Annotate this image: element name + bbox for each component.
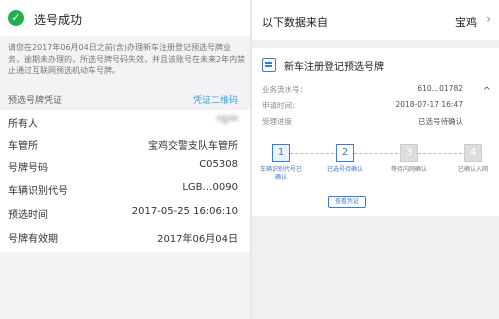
info-row-vin: 车辆识别代号 LGB…0090 xyxy=(0,179,252,199)
check-circle-icon: ✓ xyxy=(8,10,24,26)
serial-value: 610…01782 xyxy=(417,84,463,93)
success-title: 选号成功 xyxy=(34,13,83,27)
data-source-label: 以下数据来自 xyxy=(262,16,328,29)
info-value: C05308 xyxy=(199,159,238,170)
step-3-box: 3 xyxy=(400,144,418,162)
progress-steps: 1 车辆识别代号已确认 2 已选号待确认 3 等待内网确认 4 已确认入网 xyxy=(252,144,499,192)
document-icon xyxy=(262,58,276,72)
data-source-city: 宝鸡 xyxy=(455,16,477,29)
left-panel: ✓ 选号成功 请您在2017年06月04日之前(含)办理新车注册登记预选号牌业务… xyxy=(0,0,252,319)
info-row-office: 车管所 宝鸡交警支队车管所 xyxy=(0,134,252,154)
step-1-box: 1 xyxy=(272,144,290,162)
data-source-bar[interactable]: 以下数据来自 宝鸡 › xyxy=(252,0,499,40)
info-value: 宝鸡交警支队车管所 xyxy=(148,141,238,152)
apply-time-label: 申请时间： xyxy=(262,101,300,110)
card-title: 新车注册登记预选号牌 xyxy=(284,62,384,73)
info-label: 预选时间 xyxy=(8,210,48,221)
info-row-owner: 所有人 *1** xyxy=(0,112,252,132)
info-value: 2017年06月04日 xyxy=(157,234,238,245)
progress-label: 受理进度 xyxy=(262,117,292,126)
serial-label: 业务流水号： xyxy=(262,85,307,94)
application-card: 新车注册登记预选号牌 业务流水号： 610…01782 ^ 申请时间： 2018… xyxy=(252,48,499,216)
step-4-box: 4 xyxy=(464,144,482,162)
info-row-select-time: 预选时间 2017-05-25 16:06:10 xyxy=(0,203,252,223)
info-value: LGB…0090 xyxy=(182,182,238,193)
info-label: 号牌有效期 xyxy=(8,234,58,245)
info-value: 2017-05-25 16:06:10 xyxy=(131,206,238,217)
step-connector xyxy=(354,153,398,154)
success-banner: ✓ 选号成功 xyxy=(0,0,252,36)
step-3-caption: 等待内网确认 xyxy=(390,166,427,173)
certificate-header: 预选号牌凭证 凭证二维码 xyxy=(0,88,252,110)
apply-time-value: 2018-07-17 16:47 xyxy=(395,100,463,109)
step-connector xyxy=(418,153,462,154)
step-4-caption: 已确认入网 xyxy=(457,166,488,173)
info-label: 号牌号码 xyxy=(8,163,48,174)
info-row-validity: 号牌有效期 2017年06月04日 xyxy=(0,227,252,247)
right-panel: 以下数据来自 宝鸡 › 新车注册登记预选号牌 业务流水号： 610…01782 … xyxy=(252,0,499,319)
view-certificate-button[interactable]: 查看凭证 xyxy=(328,196,366,208)
qr-code-link[interactable]: 凭证二维码 xyxy=(193,93,238,106)
info-label: 车辆识别代号 xyxy=(8,186,68,197)
step-2-caption: 已选号待确认 xyxy=(326,166,363,173)
info-label: 所有人 xyxy=(8,119,38,130)
progress-value: 已选号待确认 xyxy=(418,117,463,126)
info-row-plate: 号牌号码 C05308 xyxy=(0,156,252,176)
certificate-label: 预选号牌凭证 xyxy=(8,96,63,106)
info-label: 车管所 xyxy=(8,141,38,152)
step-connector xyxy=(290,153,334,154)
step-2-box: 2 xyxy=(336,144,354,162)
caret-up-icon[interactable]: ^ xyxy=(483,86,491,97)
info-value: *1** xyxy=(216,115,238,126)
step-1-caption: 车辆识别代号已确认 xyxy=(259,166,302,181)
chevron-right-icon: › xyxy=(486,12,491,26)
notice-text: 请您在2017年06月04日之前(含)办理新车注册登记预选号牌业务，逾期未办理的… xyxy=(8,43,246,75)
plate-info-card: 所有人 *1** 车管所 宝鸡交警支队车管所 号牌号码 C05308 车辆识别代… xyxy=(0,110,252,252)
